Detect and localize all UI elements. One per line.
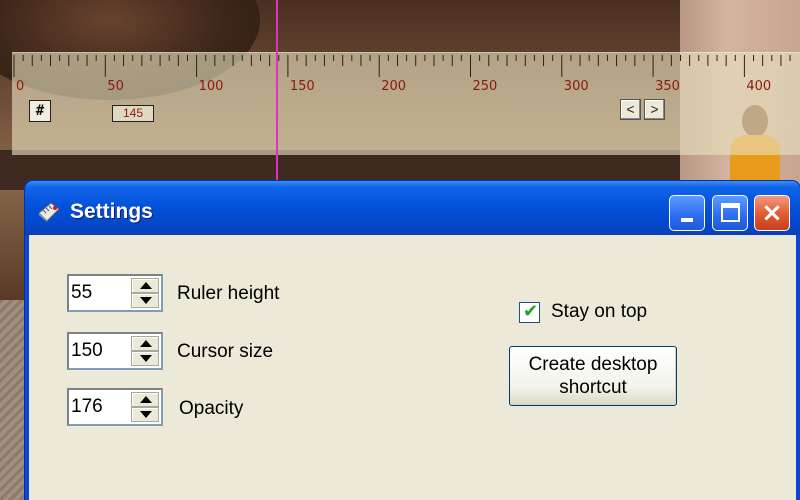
checkmark-icon: ✔ [523,301,539,322]
screen-ruler[interactable]: 0 50 100 150 200 250 300 350 400 # 145 < > [12,52,800,155]
cursor-size-down-button[interactable] [131,351,159,366]
minimize-icon [681,218,693,222]
ruler-height-down-button[interactable] [131,293,159,308]
opacity-input[interactable] [71,394,129,420]
opacity-spin-buttons [131,392,159,422]
ruler-tick-label: 300 [564,79,589,93]
ruler-tick-label: 250 [473,79,498,93]
shortcut-button-line1: Create desktop [528,354,658,375]
settings-client-area: Ruler height Cursor size Opacity ✔ Stay … [29,235,796,500]
ruler-height-label: Ruler height [177,283,280,304]
opacity-down-button[interactable] [131,407,159,422]
ruler-height-spin-buttons [131,278,159,308]
ruler-height-stepper[interactable] [67,274,163,312]
ruler-tick-label: 0 [16,79,24,93]
cursor-size-input[interactable] [71,338,129,364]
cursor-size-stepper[interactable] [67,332,163,370]
maximize-button[interactable] [712,195,748,231]
opacity-up-button[interactable] [131,392,159,407]
arrow-down-icon [140,297,152,304]
opacity-stepper[interactable] [67,388,163,426]
cursor-size-spin-buttons [131,336,159,366]
ruler-next-button[interactable]: > [644,99,665,120]
ruler-cursor-line[interactable] [276,0,278,182]
ruler-height-input[interactable] [71,280,129,306]
stay-on-top-checkbox[interactable]: ✔ [519,301,540,323]
opacity-label: Opacity [179,398,244,419]
settings-window: Settings × Ruler height Cu [25,181,800,500]
ruler-tick-label: 150 [290,79,315,93]
ruler-tick-label: 100 [199,79,224,93]
ruler-height-up-button[interactable] [131,278,159,293]
arrow-up-icon [140,282,152,289]
minimize-button[interactable] [669,195,705,231]
cursor-size-label: Cursor size [177,341,274,362]
cursor-size-up-button[interactable] [131,336,159,351]
hash-toggle-button[interactable]: # [29,100,51,122]
close-button[interactable]: × [754,195,790,231]
ruler-tick-label: 400 [746,79,771,93]
ruler-tick-label: 350 [655,79,680,93]
shortcut-button-line2: shortcut [559,377,627,398]
ruler-tick-label: 50 [107,79,124,93]
stay-on-top-label[interactable]: Stay on top [551,301,647,323]
title-bar[interactable]: Settings × [25,181,800,235]
ruler-prev-button[interactable]: < [620,99,641,120]
arrow-up-icon [140,396,152,403]
arrow-down-icon [140,411,152,418]
ruler-scale: 0 50 100 150 200 250 300 350 400 [13,55,791,93]
arrow-down-icon [140,355,152,362]
create-desktop-shortcut-button[interactable]: Create desktop shortcut [509,346,677,406]
close-icon: × [761,198,783,228]
window-title: Settings [70,200,153,223]
ruler-app-icon [38,202,60,222]
arrow-up-icon [140,340,152,347]
maximize-icon [721,203,740,222]
ruler-tick-label: 200 [381,79,406,93]
position-readout: 145 [112,105,154,122]
